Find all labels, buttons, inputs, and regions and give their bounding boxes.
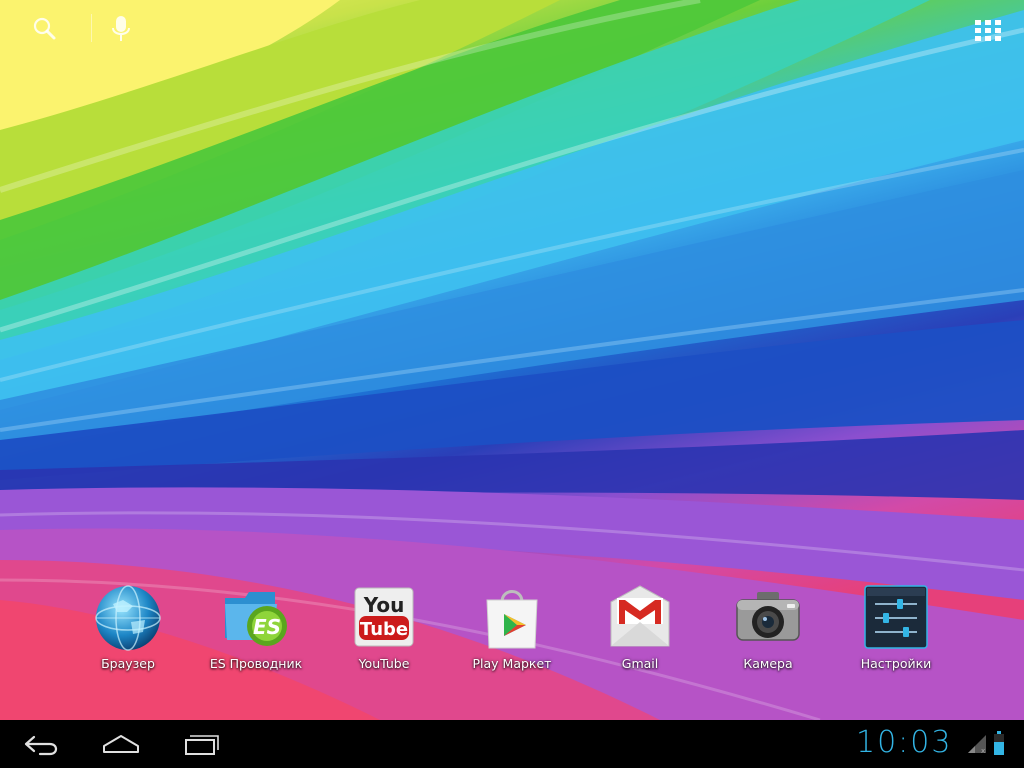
microphone-icon	[112, 16, 130, 41]
youtube-icon: You Tube	[354, 587, 414, 647]
home-icon	[103, 735, 139, 753]
youtube-logo-bottom: Tube	[360, 619, 408, 640]
app-label: ES Проводник	[209, 656, 303, 671]
es-file-explorer-icon: ES	[225, 592, 287, 646]
app-es-explorer[interactable]: ES ES Проводник	[196, 578, 316, 674]
app-browser[interactable]: Браузер	[68, 578, 188, 674]
camera-icon	[736, 592, 800, 641]
app-label: Настройки	[860, 656, 932, 671]
app-label: Gmail	[621, 656, 659, 671]
all-apps-button[interactable]	[968, 12, 1008, 46]
app-gmail[interactable]: Gmail	[580, 578, 700, 674]
search-button[interactable]	[28, 12, 62, 46]
search-divider	[91, 14, 92, 42]
gmail-icon	[610, 585, 670, 647]
back-button[interactable]	[18, 728, 64, 760]
back-icon	[24, 735, 58, 756]
app-youtube[interactable]: You Tube YouTube	[324, 578, 444, 674]
app-label: Play Маркет	[472, 656, 552, 671]
voice-search-button[interactable]	[106, 12, 136, 46]
svg-text:x: x	[981, 747, 985, 755]
settings-sliders-icon	[864, 585, 928, 649]
home-dock: Браузер ES ES Проводник You Tube YouTube	[0, 578, 1024, 678]
home-button[interactable]	[98, 728, 144, 760]
search-icon	[33, 17, 56, 40]
battery-icon	[993, 730, 1005, 756]
app-camera[interactable]: Камера	[708, 578, 828, 674]
recent-apps-button[interactable]	[178, 728, 224, 760]
app-label: Камера	[743, 656, 793, 671]
all-apps-grid-icon	[975, 20, 1001, 41]
app-label: YouTube	[358, 656, 410, 671]
recent-apps-icon	[185, 735, 219, 755]
app-label: Браузер	[101, 656, 155, 671]
app-play-market[interactable]: Play Маркет	[452, 578, 572, 674]
play-store-icon	[486, 590, 538, 649]
youtube-logo-top: You	[363, 593, 405, 617]
signal-icon: x	[966, 733, 988, 755]
status-clock[interactable]: 10:03	[856, 726, 952, 760]
browser-globe-icon	[95, 585, 161, 651]
app-settings[interactable]: Настройки	[836, 578, 956, 674]
es-logo-text: ES	[253, 615, 281, 639]
